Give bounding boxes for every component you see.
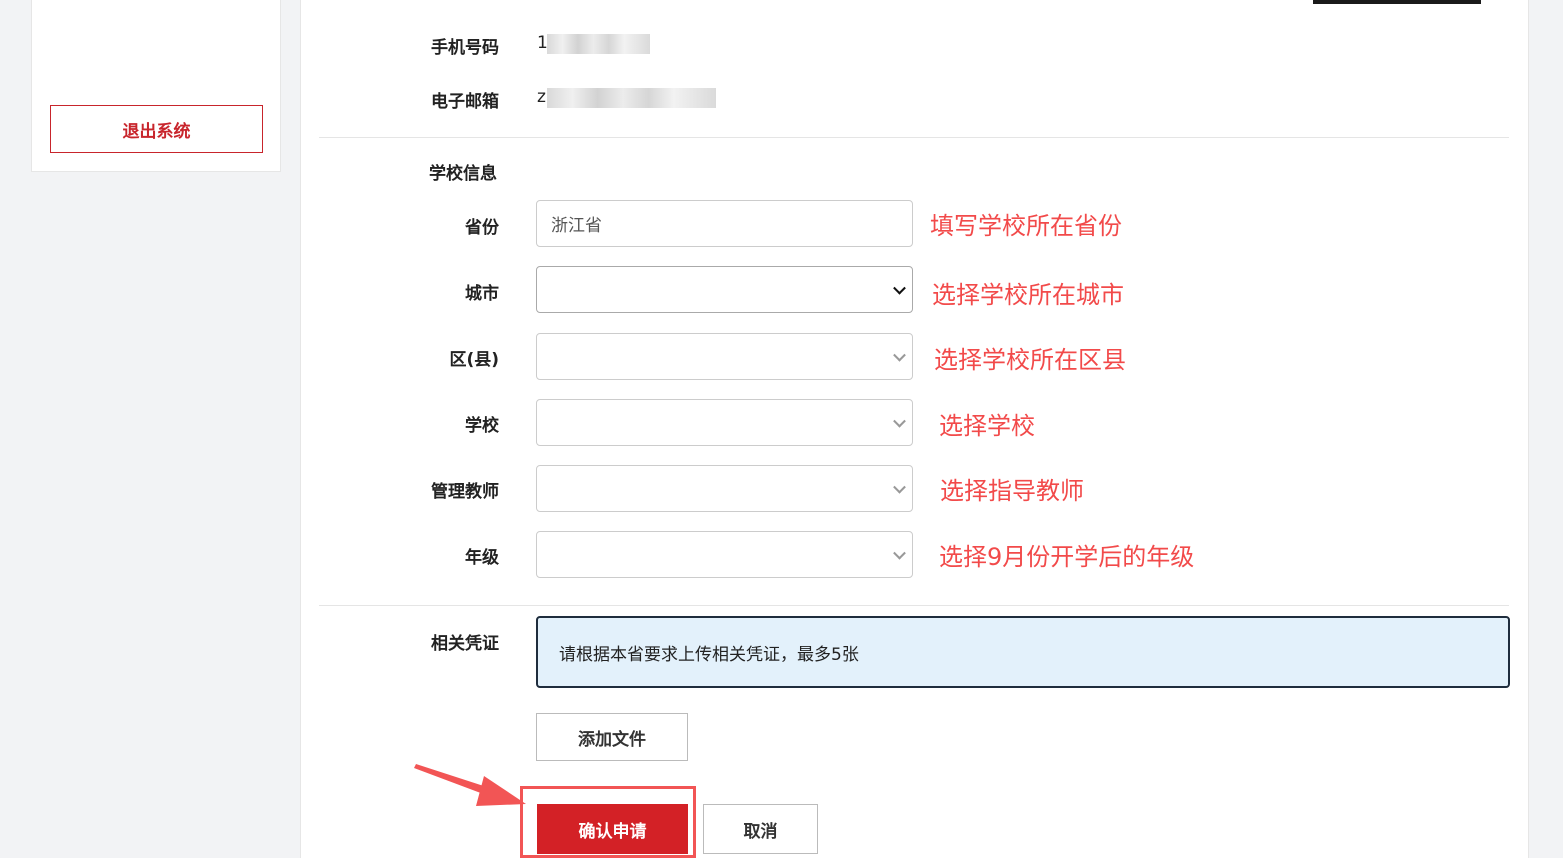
province-label: 省份	[465, 218, 499, 238]
divider-2	[319, 605, 1509, 606]
highlight-box	[520, 786, 696, 858]
divider-1	[319, 137, 1509, 138]
sidebar-panel: 退出系统	[31, 0, 281, 172]
province-hint: 填写学校所在省份	[930, 212, 1122, 240]
district-label: 区(县)	[449, 350, 499, 370]
top-bar-fragment	[1313, 0, 1481, 4]
teacher-select[interactable]	[536, 465, 913, 512]
province-input[interactable]: 浙江省	[536, 200, 913, 247]
credentials-notice: 请根据本省要求上传相关凭证，最多5张	[536, 616, 1510, 688]
chevron-down-icon	[893, 480, 906, 494]
cancel-button[interactable]: 取消	[703, 804, 818, 854]
district-select[interactable]	[536, 333, 913, 380]
city-select[interactable]	[536, 266, 913, 313]
chevron-down-icon	[893, 281, 906, 295]
pointer-arrow-icon	[414, 764, 526, 806]
school-label: 学校	[465, 416, 499, 436]
email-label: 电子邮箱	[431, 92, 499, 112]
district-hint: 选择学校所在区县	[934, 346, 1126, 374]
grade-hint: 选择9月份开学后的年级	[939, 543, 1195, 571]
logout-button[interactable]: 退出系统	[50, 105, 263, 153]
chevron-down-icon	[893, 414, 906, 428]
phone-label: 手机号码	[431, 38, 499, 58]
city-label: 城市	[465, 284, 499, 304]
school-hint: 选择学校	[939, 412, 1035, 440]
add-file-button[interactable]: 添加文件	[536, 713, 688, 761]
email-value: z	[537, 87, 546, 107]
school-select[interactable]	[536, 399, 913, 446]
grade-label: 年级	[465, 548, 499, 568]
grade-select[interactable]	[536, 531, 913, 578]
city-hint: 选择学校所在城市	[932, 281, 1124, 309]
teacher-hint: 选择指导教师	[940, 477, 1084, 505]
credentials-label: 相关凭证	[431, 634, 499, 654]
teacher-label: 管理教师	[431, 482, 499, 502]
chevron-down-icon	[893, 546, 906, 560]
phone-blur	[547, 34, 650, 54]
school-section-label: 学校信息	[429, 164, 497, 184]
chevron-down-icon	[893, 348, 906, 362]
credentials-notice-text: 请根据本省要求上传相关凭证，最多5张	[559, 644, 859, 665]
email-blur	[547, 88, 716, 108]
